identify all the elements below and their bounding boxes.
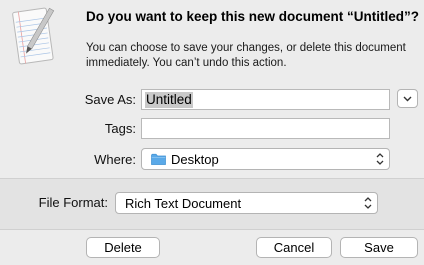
chevron-down-icon bbox=[403, 96, 412, 101]
where-label: Where: bbox=[94, 152, 136, 167]
file-format-label: File Format: bbox=[38, 195, 108, 210]
divider bbox=[0, 229, 424, 230]
save-as-field[interactable]: Untitled bbox=[141, 89, 390, 110]
save-as-label: Save As: bbox=[84, 92, 136, 107]
folder-icon bbox=[151, 153, 166, 165]
save-dialog: Do you want to keep this new document “U… bbox=[0, 0, 424, 265]
up-down-arrows-icon bbox=[364, 197, 372, 209]
dialog-title: Do you want to keep this new document “U… bbox=[86, 9, 420, 24]
file-format-value: Rich Text Document bbox=[125, 196, 242, 211]
where-popup[interactable]: Desktop bbox=[141, 148, 390, 170]
cancel-button[interactable]: Cancel bbox=[256, 237, 332, 258]
expand-button[interactable] bbox=[397, 89, 418, 108]
textedit-document-icon bbox=[12, 7, 55, 65]
tags-label: Tags: bbox=[104, 121, 136, 136]
tags-field[interactable] bbox=[141, 118, 390, 139]
save-as-value[interactable]: Untitled bbox=[145, 92, 193, 108]
dialog-message: You can choose to save your changes, or … bbox=[86, 42, 406, 69]
where-value: Desktop bbox=[171, 152, 219, 167]
file-format-popup[interactable]: Rich Text Document bbox=[115, 192, 378, 214]
delete-button[interactable]: Delete bbox=[86, 237, 160, 258]
up-down-arrows-icon bbox=[376, 153, 384, 165]
save-button[interactable]: Save bbox=[340, 237, 418, 258]
